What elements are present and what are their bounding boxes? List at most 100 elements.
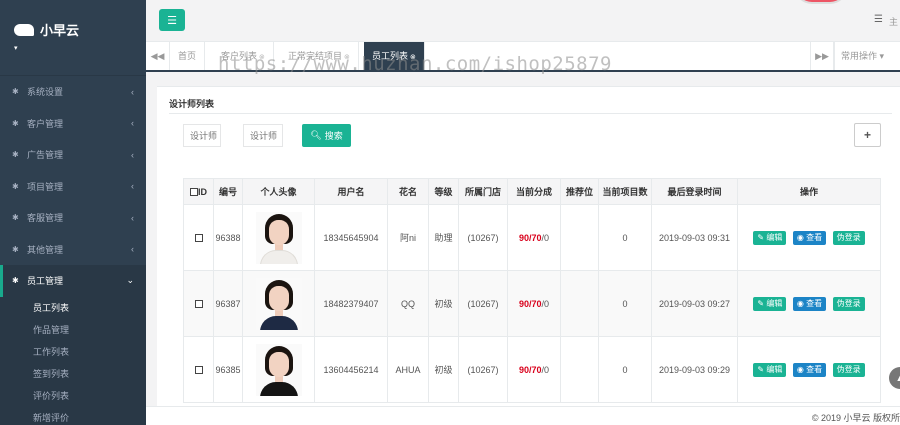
edit-button[interactable]: ✎ 编辑: [753, 230, 787, 245]
select-all-checkbox[interactable]: [190, 188, 198, 197]
list-icon[interactable]: ☰: [874, 14, 883, 25]
table-row: 96385 13604456214 AHUA 初级 (10267) 90/70/…: [183, 336, 881, 403]
col-header-id[interactable]: ID: [183, 178, 214, 205]
caret-down-icon: ▾: [877, 51, 885, 61]
row-select-cell: [183, 336, 214, 403]
cell-username: 13604456214: [314, 336, 388, 403]
designer-filter-input-2[interactable]: [243, 124, 283, 147]
tabs-scroll-right-button[interactable]: ▶▶: [810, 42, 834, 70]
view-button[interactable]: ◉ 查看: [792, 362, 827, 377]
notification-badge[interactable]: [794, 0, 848, 4]
tab-label: 首页: [178, 51, 197, 61]
sidebar-item-projects[interactable]: ✱ 项目管理 ‹: [0, 171, 146, 203]
edit-label: 编辑: [766, 298, 783, 308]
sidebar-item-service[interactable]: ✱ 客服管理 ‹: [0, 202, 146, 234]
sidebar-item-label: 员工管理: [27, 276, 64, 287]
divider: [169, 113, 892, 114]
sidebar-item-staff[interactable]: ✱ 员工管理 ⌄: [0, 265, 146, 297]
submenu-item-works[interactable]: 作品管理: [0, 319, 146, 341]
sidebar-item-other[interactable]: ✱ 其他管理 ‹: [0, 234, 146, 266]
submenu-item-staff-list[interactable]: 员工列表: [0, 297, 146, 319]
cell-actions: ✎ 编辑 ◉ 查看 伪登录: [737, 204, 881, 271]
cell-share: 90/70/0: [507, 204, 561, 271]
sidebar-item-label: 项目管理: [27, 181, 64, 192]
sidebar-item-ads[interactable]: ✱ 广告管理 ‹: [0, 139, 146, 171]
common-ops-dropdown[interactable]: 常用操作 ▾: [834, 42, 900, 70]
cell-avatar: [242, 270, 315, 337]
cell-nickname: AHUA: [387, 336, 429, 403]
chevron-left-icon: ‹: [131, 244, 134, 255]
view-button[interactable]: ◉ 查看: [792, 296, 827, 311]
search-button-label: 搜索: [324, 131, 343, 141]
brand-logo[interactable]: 小早云: [14, 20, 79, 39]
col-header-actions: 操作: [737, 178, 881, 205]
sidebar-item-label: 客服管理: [27, 213, 64, 224]
edit-button[interactable]: ✎ 编辑: [753, 362, 787, 377]
watermark: https://www.huzhan.com/ishop25879: [218, 53, 612, 75]
col-header-projects: 当前项目数: [598, 178, 652, 205]
tabs-scroll-left-button[interactable]: ◀◀: [146, 42, 170, 70]
cell-projects: 0: [598, 270, 652, 337]
cell-last-login: 2019-09-03 09:27: [651, 270, 738, 337]
cell-username: 18345645904: [314, 204, 388, 271]
submenu-item-checkin[interactable]: 签到列表: [0, 363, 146, 385]
double-chevron-left-icon: ◀◀: [150, 50, 165, 61]
hamburger-icon: ☰: [167, 14, 177, 27]
cloud-logo-icon: [14, 23, 34, 36]
chevron-left-icon: ‹: [131, 181, 134, 192]
sidebar-item-label: 广告管理: [27, 150, 64, 161]
designer-filter-input[interactable]: [183, 124, 221, 147]
gear-icon: ✱: [12, 181, 19, 191]
cell-last-login: 2019-09-03 09:29: [651, 336, 738, 403]
sidebar-item-customers[interactable]: ✱ 客户管理 ‹: [0, 108, 146, 140]
footer: © 2019 小早云 版权所: [146, 406, 900, 425]
table-header-row: ID 编号 个人头像 用户名 花名 等级 所属门店 当前分成 推荐位 当前项目数…: [183, 178, 881, 205]
submenu-item-work-list[interactable]: 工作列表: [0, 341, 146, 363]
col-header-avatar: 个人头像: [242, 178, 315, 205]
submenu-item-reviews[interactable]: 评价列表: [0, 385, 146, 407]
avatar[interactable]: [255, 277, 302, 330]
sidebar-item-system[interactable]: ✱ 系统设置 ‹: [0, 76, 146, 108]
cell-avatar: [242, 336, 315, 403]
cell-nickname: QQ: [387, 270, 429, 337]
share-primary: 90/70: [518, 364, 542, 375]
chevron-left-icon: ‹: [131, 118, 134, 129]
cell-last-login: 2019-09-03 09:31: [651, 204, 738, 271]
avatar[interactable]: [255, 343, 302, 396]
cell-store: (10267): [458, 336, 508, 403]
gear-icon: ✱: [12, 213, 19, 223]
double-chevron-right-icon: ▶▶: [815, 50, 829, 61]
search-button[interactable]: 🔍︎ 搜索: [302, 124, 351, 147]
table-row: 96387 18482379407 QQ 初级 (10267) 90/70/0 …: [183, 270, 881, 337]
edit-button[interactable]: ✎ 编辑: [753, 296, 787, 311]
brand-caret-icon[interactable]: ▾: [14, 44, 18, 52]
fake-login-button[interactable]: 伪登录: [832, 296, 865, 311]
col-header-nickname: 花名: [387, 178, 429, 205]
row-checkbox[interactable]: [194, 234, 203, 243]
fake-login-button[interactable]: 伪登录: [832, 362, 865, 377]
edit-icon: ✎: [757, 298, 765, 308]
chevron-left-icon: ‹: [131, 149, 134, 160]
row-select-cell: [183, 270, 214, 337]
edit-icon: ✎: [757, 232, 765, 242]
view-button[interactable]: ◉ 查看: [792, 230, 827, 245]
eye-icon: ◉: [796, 232, 804, 242]
row-checkbox[interactable]: [194, 300, 203, 309]
page-title: 设计师列表: [169, 99, 215, 109]
cell-projects: 0: [598, 336, 652, 403]
tab-home[interactable]: 首页: [170, 42, 206, 70]
add-button[interactable]: +: [854, 123, 881, 147]
top-right-label[interactable]: 主: [889, 15, 898, 28]
view-label: 查看: [806, 298, 823, 308]
share-secondary: /0: [541, 298, 550, 309]
row-checkbox[interactable]: [194, 366, 203, 375]
cell-share: 90/70/0: [507, 270, 561, 337]
col-header-recommend: 推荐位: [560, 178, 599, 205]
cell-avatar: [242, 204, 315, 271]
cell-nickname: 阿ni: [387, 204, 429, 271]
fake-login-button[interactable]: 伪登录: [832, 230, 865, 245]
avatar[interactable]: [255, 211, 302, 264]
cell-number: 96387: [213, 270, 243, 337]
menu-toggle-button[interactable]: ☰: [159, 9, 185, 31]
submenu-item-add-review[interactable]: 新增评价: [0, 407, 146, 425]
